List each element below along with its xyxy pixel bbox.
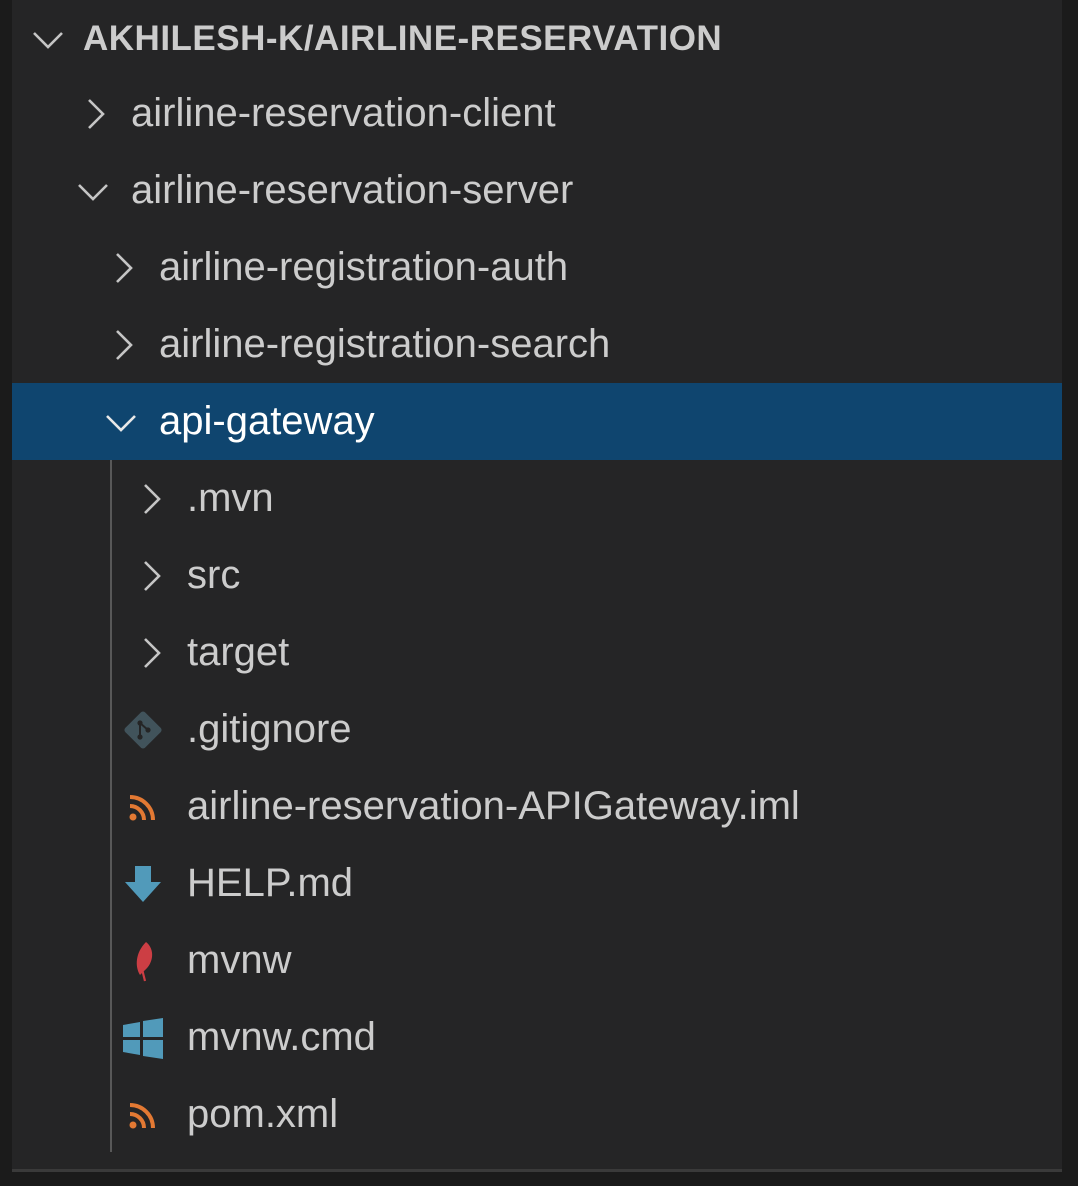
chevron-right-icon[interactable]: [103, 229, 143, 306]
panel-bottom-border: [12, 1169, 1062, 1172]
tree-item-api-gateway[interactable]: api-gateway: [12, 383, 1062, 460]
tree-item-apigateway-iml[interactable]: airline-reservation-APIGateway.iml: [12, 768, 1062, 845]
tree-item-gitignore[interactable]: .gitignore: [12, 691, 1062, 768]
explorer-root-label: AKHILESH-K/AIRLINE-RESERVATION: [83, 19, 723, 58]
tree-item-label: airline-reservation-client: [131, 91, 556, 135]
chevron-down-icon[interactable]: [73, 152, 113, 229]
chevron-right-icon[interactable]: [131, 537, 171, 614]
tree-item-label: airline-reservation-APIGateway.iml: [187, 784, 800, 828]
download-arrow-icon: [121, 845, 165, 922]
chevron-right-icon[interactable]: [103, 306, 143, 383]
feather-icon: [121, 922, 165, 999]
tree-item-pom-xml[interactable]: pom.xml: [12, 1076, 1062, 1153]
tree-item-label: airline-reservation-server: [131, 168, 574, 212]
tree-item-label: mvnw: [187, 938, 292, 982]
tree-item-mvn[interactable]: .mvn: [12, 460, 1062, 537]
chevron-down-icon[interactable]: [101, 383, 141, 460]
tree-item-label: mvnw.cmd: [187, 1015, 376, 1059]
git-icon: [121, 691, 165, 768]
tree-item-src[interactable]: src: [12, 537, 1062, 614]
tree-item-mvnw[interactable]: mvnw: [12, 922, 1062, 999]
tree-item-airline-reservation-server[interactable]: airline-reservation-server: [12, 152, 1062, 229]
tree-item-label: target: [187, 630, 290, 674]
explorer-panel: AKHILESH-K/AIRLINE-RESERVATION airline-r…: [12, 0, 1062, 1172]
tree-item-label: api-gateway: [159, 399, 375, 443]
chevron-right-icon[interactable]: [75, 75, 115, 152]
tree-item-label: .mvn: [187, 476, 274, 520]
tree-item-label: HELP.md: [187, 861, 354, 905]
rss-icon: [121, 768, 165, 845]
tree-item-label: airline-registration-auth: [159, 245, 569, 289]
tree-item-label: pom.xml: [187, 1092, 339, 1136]
window-edge: [1062, 0, 1078, 1186]
tree-item-airline-registration-search[interactable]: airline-registration-search: [12, 306, 1062, 383]
tree-item-label: airline-registration-search: [159, 322, 611, 366]
tree-item-help-md[interactable]: HELP.md: [12, 845, 1062, 922]
tree-item-target[interactable]: target: [12, 614, 1062, 691]
explorer-root-header[interactable]: AKHILESH-K/AIRLINE-RESERVATION: [12, 0, 1062, 77]
chevron-right-icon[interactable]: [131, 460, 171, 537]
tree-item-mvnw-cmd[interactable]: mvnw.cmd: [12, 999, 1062, 1076]
tree-item-airline-registration-auth[interactable]: airline-registration-auth: [12, 229, 1062, 306]
chevron-down-icon[interactable]: [28, 0, 68, 77]
chevron-right-icon[interactable]: [131, 614, 171, 691]
tree-item-label: .gitignore: [187, 707, 352, 751]
tree-item-label: src: [187, 553, 241, 597]
tree-item-airline-reservation-client[interactable]: airline-reservation-client: [12, 75, 1062, 152]
rss-icon: [121, 1076, 165, 1153]
windows-icon: [121, 999, 165, 1076]
